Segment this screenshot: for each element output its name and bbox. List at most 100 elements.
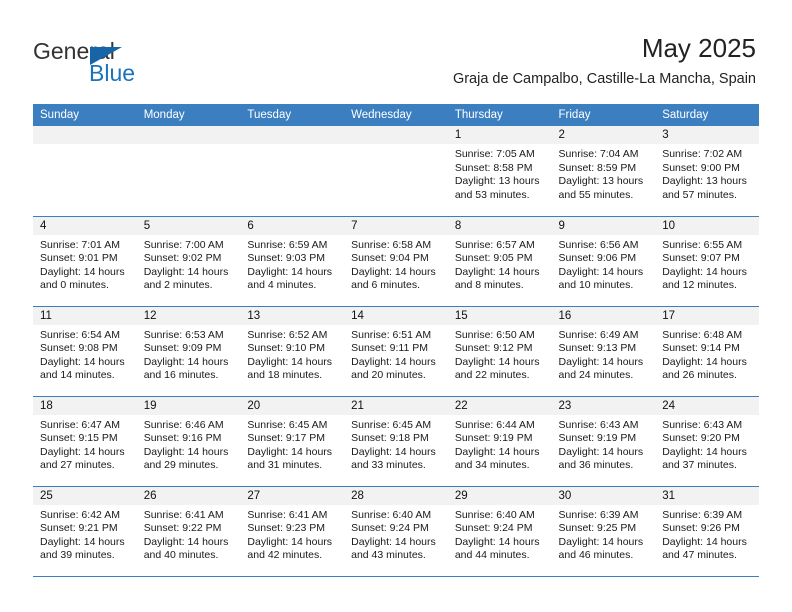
- sunset-time: Sunset: 9:26 PM: [662, 522, 740, 535]
- calendar-cell-day[interactable]: 25 Sunrise: 6:42 AM Sunset: 9:21 PM Dayligh…: [33, 485, 137, 577]
- day-number: 27: [240, 486, 345, 505]
- daylight-duration-line1: Daylight: 14 hours: [558, 355, 644, 368]
- calendar-cell-day[interactable]: 10 Sunrise: 6:55 AM Sunset: 9:07 PM Dayligh…: [655, 215, 759, 306]
- day-number: 31: [655, 486, 759, 505]
- day-number: 23: [551, 396, 656, 415]
- daylight-duration-line2: and 12 minutes.: [662, 279, 737, 292]
- sunset-time: Sunset: 9:11 PM: [351, 342, 428, 355]
- day-details: Sunrise: 7:04 AM Sunset: 8:59 PM Daylight:…: [552, 144, 656, 202]
- sunrise-time: Sunrise: 6:45 AM: [247, 418, 328, 431]
- sunset-time: Sunset: 9:02 PM: [143, 252, 222, 265]
- daylight-duration-line1: Daylight: 14 hours: [247, 535, 333, 548]
- calendar-cell-day[interactable]: 9 Sunrise: 6:56 AM Sunset: 9:06 PM Daylight…: [551, 215, 656, 306]
- daylight-duration-line2: and 27 minutes.: [40, 459, 115, 472]
- sunset-time: Sunset: 9:05 PM: [454, 252, 533, 265]
- daylight-duration-line2: and 36 minutes.: [558, 459, 634, 472]
- daylight-duration-line1: Daylight: 14 hours: [662, 355, 747, 368]
- calendar-page: General Blue May 2025 Graja de Campalbo,…: [0, 0, 792, 612]
- day-number: 6: [240, 216, 345, 235]
- calendar-cell-day[interactable]: 21 Sunrise: 6:45 AM Sunset: 9:18 PM Dayligh…: [344, 395, 448, 486]
- day-number: 24: [655, 396, 759, 415]
- calendar-cell-day[interactable]: 18 Sunrise: 6:47 AM Sunset: 9:15 PM Dayligh…: [33, 395, 137, 486]
- sunrise-time: Sunrise: 6:48 AM: [662, 328, 743, 341]
- sunset-time: Sunset: 9:03 PM: [247, 252, 326, 265]
- daylight-duration-line1: Daylight: 14 hours: [247, 445, 333, 458]
- daylight-duration-line1: Daylight: 14 hours: [143, 355, 229, 368]
- weekday-header-tuesday: Tuesday: [240, 104, 345, 126]
- calendar-cell-day[interactable]: 7 Sunrise: 6:58 AM Sunset: 9:04 PM Daylight…: [344, 215, 448, 306]
- calendar-cell-day[interactable]: 28 Sunrise: 6:40 AM Sunset: 9:24 PM Dayligh…: [344, 485, 448, 577]
- calendar-cell-day[interactable]: 6 Sunrise: 6:59 AM Sunset: 9:03 PM Daylight…: [240, 215, 345, 306]
- sunset-time: Sunset: 9:21 PM: [40, 522, 118, 535]
- calendar-cell-day[interactable]: 22 Sunrise: 6:44 AM Sunset: 9:19 PM Dayligh…: [447, 395, 552, 486]
- daylight-duration-line2: and 14 minutes.: [40, 369, 115, 382]
- calendar-cell-day[interactable]: 26 Sunrise: 6:41 AM Sunset: 9:22 PM Dayligh…: [136, 485, 241, 577]
- calendar-cell-day[interactable]: 24 Sunrise: 6:43 AM Sunset: 9:20 PM Dayligh…: [655, 395, 759, 486]
- daylight-duration-line1: Daylight: 14 hours: [143, 535, 229, 548]
- calendar-cell-day[interactable]: 29 Sunrise: 6:40 AM Sunset: 9:24 PM Dayligh…: [447, 485, 552, 577]
- calendar-cell-day[interactable]: 3 Sunrise: 7:02 AM Sunset: 9:00 PM Daylight…: [655, 126, 759, 216]
- calendar-cell-day[interactable]: 1 Sunrise: 7:05 AM Sunset: 8:58 PM Daylight…: [447, 126, 552, 216]
- day-details: Sunrise: 6:56 AM Sunset: 9:06 PM Daylight:…: [552, 235, 656, 293]
- calendar-cell-day[interactable]: 31 Sunrise: 6:39 AM Sunset: 9:26 PM Dayligh…: [655, 485, 759, 577]
- calendar-cell-empty: [33, 126, 137, 216]
- calendar-cell-day[interactable]: 30 Sunrise: 6:39 AM Sunset: 9:25 PM Dayligh…: [551, 485, 656, 577]
- day-details: Sunrise: 6:39 AM Sunset: 9:26 PM Daylight:…: [655, 505, 759, 563]
- calendar-cell-day[interactable]: 14 Sunrise: 6:51 AM Sunset: 9:11 PM Dayligh…: [344, 305, 448, 396]
- calendar-cell-day[interactable]: 17 Sunrise: 6:48 AM Sunset: 9:14 PM Dayligh…: [655, 305, 759, 396]
- calendar-cell-day[interactable]: 5 Sunrise: 7:00 AM Sunset: 9:02 PM Daylight…: [136, 215, 241, 306]
- day-number: 3: [655, 126, 759, 144]
- day-number: 18: [33, 396, 137, 415]
- daylight-duration-line1: Daylight: 14 hours: [351, 355, 436, 368]
- calendar-cell-day[interactable]: 11 Sunrise: 6:54 AM Sunset: 9:08 PM Dayligh…: [33, 305, 137, 396]
- calendar-cell-day[interactable]: 20 Sunrise: 6:45 AM Sunset: 9:17 PM Dayligh…: [240, 395, 345, 486]
- daylight-duration-line2: and 53 minutes.: [454, 188, 530, 201]
- brand-logo[interactable]: General Blue: [33, 38, 253, 86]
- calendar-cell-day[interactable]: 15 Sunrise: 6:50 AM Sunset: 9:12 PM Dayligh…: [447, 305, 552, 396]
- daylight-duration-line1: Daylight: 13 hours: [558, 175, 644, 188]
- day-number: 17: [655, 306, 759, 325]
- calendar-cell-day[interactable]: 23 Sunrise: 6:43 AM Sunset: 9:19 PM Dayligh…: [551, 395, 656, 486]
- sunrise-time: Sunrise: 6:53 AM: [143, 328, 224, 341]
- day-details: Sunrise: 7:05 AM Sunset: 8:58 PM Daylight:…: [448, 144, 552, 202]
- calendar-cell-day[interactable]: 12 Sunrise: 6:53 AM Sunset: 9:09 PM Dayligh…: [136, 305, 241, 396]
- sunrise-time: Sunrise: 7:05 AM: [454, 148, 535, 160]
- calendar-cell-day[interactable]: 8 Sunrise: 6:57 AM Sunset: 9:05 PM Daylight…: [447, 215, 552, 306]
- daylight-duration-line2: and 46 minutes.: [558, 549, 634, 562]
- daylight-duration-line2: and 31 minutes.: [247, 459, 323, 472]
- day-details: Sunrise: 6:40 AM Sunset: 9:24 PM Daylight:…: [344, 505, 448, 563]
- calendar-cell-day[interactable]: 19 Sunrise: 6:46 AM Sunset: 9:16 PM Dayligh…: [136, 395, 241, 486]
- daylight-duration-line1: Daylight: 14 hours: [40, 355, 125, 368]
- daylight-duration-line2: and 37 minutes.: [662, 459, 737, 472]
- weekday-header-saturday: Saturday: [655, 104, 759, 126]
- daylight-duration-line1: Daylight: 14 hours: [40, 445, 125, 458]
- page-title: May 2025: [641, 33, 756, 63]
- calendar-cell-day[interactable]: 2 Sunrise: 7:04 AM Sunset: 8:59 PM Daylight…: [551, 126, 656, 216]
- day-number: 21: [344, 396, 448, 415]
- daylight-duration-line2: and 34 minutes.: [454, 459, 530, 472]
- day-number: 12: [136, 306, 241, 325]
- calendar-cell-day[interactable]: 16 Sunrise: 6:49 AM Sunset: 9:13 PM Dayligh…: [551, 305, 656, 396]
- sunrise-time: Sunrise: 6:54 AM: [40, 328, 120, 341]
- sunrise-time: Sunrise: 6:45 AM: [351, 418, 432, 431]
- daylight-duration-line2: and 44 minutes.: [454, 549, 530, 562]
- day-details: Sunrise: 6:46 AM Sunset: 9:16 PM Daylight:…: [137, 415, 241, 473]
- sunset-time: Sunset: 9:25 PM: [558, 522, 637, 535]
- day-number: [33, 126, 137, 144]
- day-details: Sunrise: 7:01 AM Sunset: 9:01 PM Daylight:…: [33, 235, 137, 293]
- calendar-cell-day[interactable]: 4 Sunrise: 7:01 AM Sunset: 9:01 PM Daylight…: [33, 215, 137, 306]
- sunrise-time: Sunrise: 6:42 AM: [40, 508, 120, 521]
- daylight-duration-line1: Daylight: 14 hours: [558, 445, 644, 458]
- daylight-duration-line2: and 16 minutes.: [143, 369, 219, 382]
- title-block: May 2025 Graja de Campalbo, Castille-La …: [453, 32, 756, 88]
- day-number: 22: [447, 396, 552, 415]
- calendar-cell-day[interactable]: 13 Sunrise: 6:52 AM Sunset: 9:10 PM Dayligh…: [240, 305, 345, 396]
- daylight-duration-line2: and 8 minutes.: [454, 279, 524, 292]
- sunrise-time: Sunrise: 6:40 AM: [454, 508, 535, 521]
- sunrise-time: Sunrise: 6:39 AM: [558, 508, 639, 521]
- daylight-duration-line1: Daylight: 14 hours: [351, 445, 436, 458]
- calendar-cell-day[interactable]: 27 Sunrise: 6:41 AM Sunset: 9:23 PM Dayligh…: [240, 485, 345, 577]
- day-number: 30: [551, 486, 656, 505]
- day-number: 7: [344, 216, 448, 235]
- daylight-duration-line1: Daylight: 13 hours: [662, 175, 747, 188]
